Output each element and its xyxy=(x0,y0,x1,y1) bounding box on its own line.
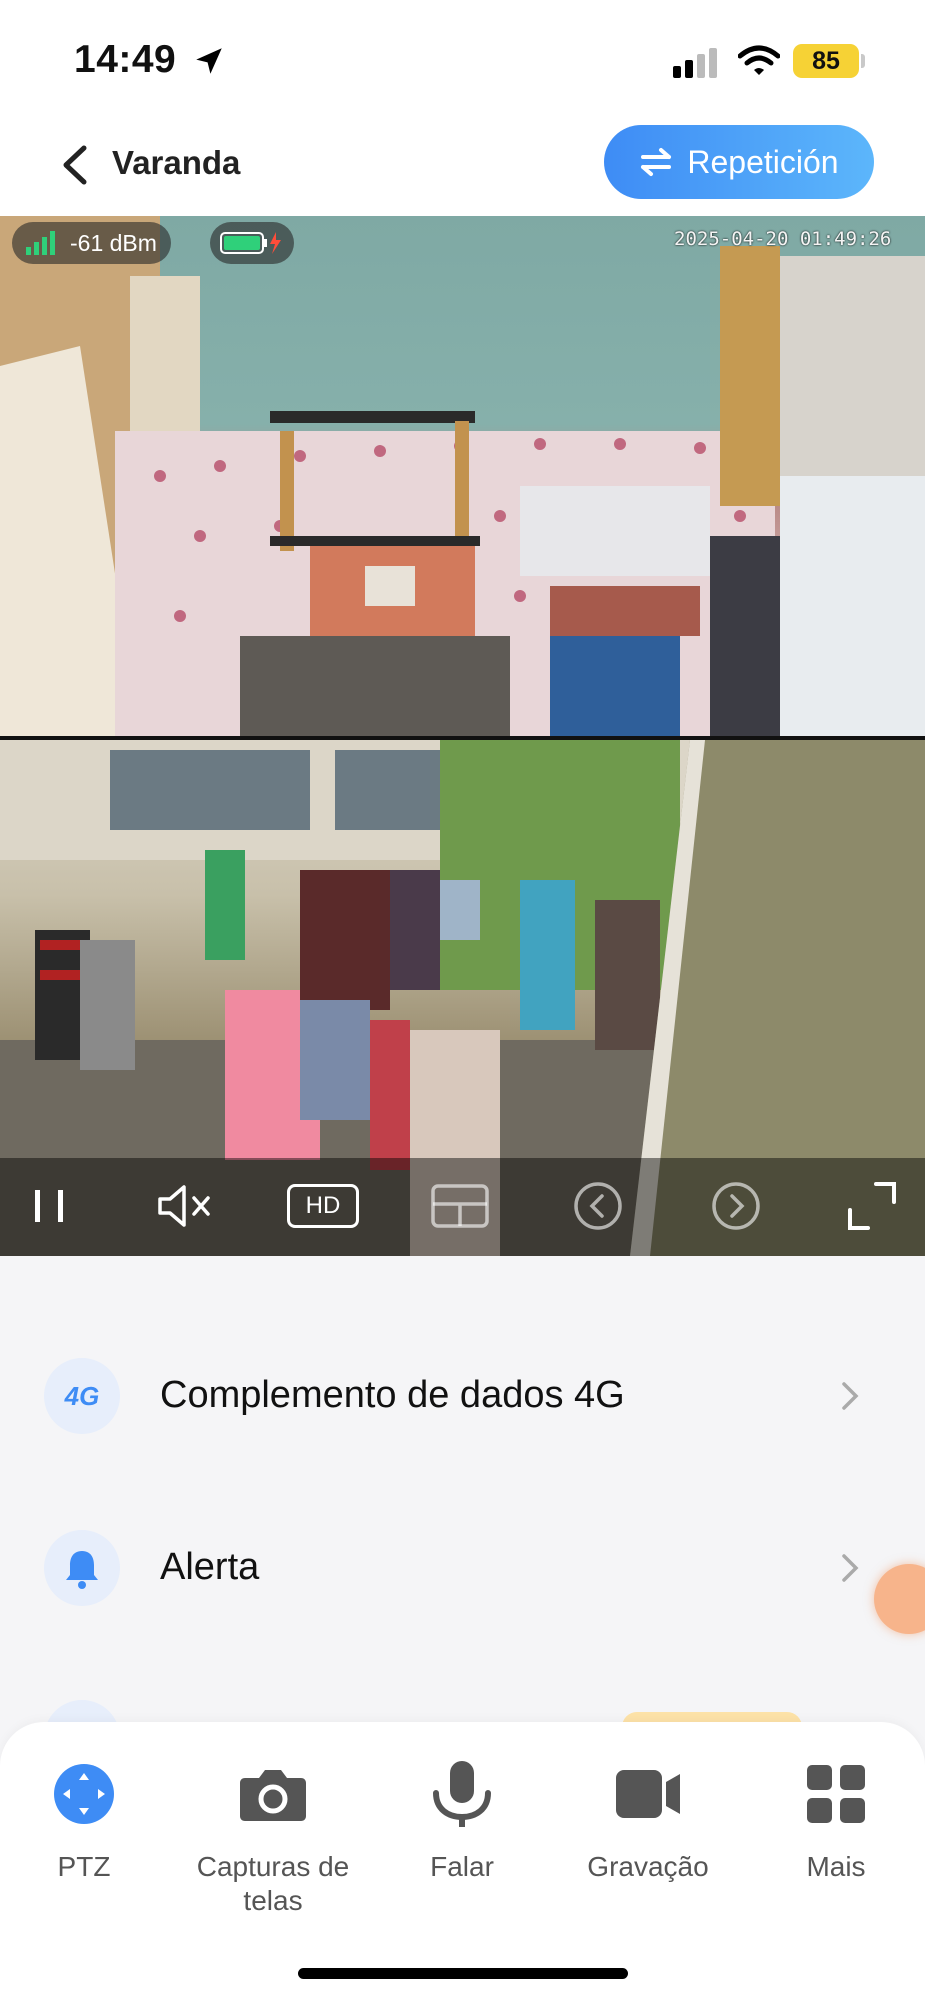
grid-icon xyxy=(807,1765,865,1823)
4g-icon-text: 4G xyxy=(64,1380,100,1411)
menu-item-label: Alerta xyxy=(160,1546,260,1588)
camera-feed-top: -61 dBm 2025-04-20 01:49:26 xyxy=(0,216,925,736)
status-bar: 14:49 85 xyxy=(0,0,925,120)
signal-strength-text: -61 dBm xyxy=(70,229,157,256)
chevron-left-icon xyxy=(63,145,87,185)
wifi-icon xyxy=(737,44,781,83)
muted-speaker-icon xyxy=(158,1185,210,1227)
live-video-view[interactable]: -61 dBm 2025-04-20 01:49:26 HD xyxy=(0,216,925,1256)
swap-arrows-icon xyxy=(641,148,672,176)
chevron-right-circle-icon xyxy=(712,1182,760,1230)
4g-icon: 4G xyxy=(44,1358,120,1434)
home-indicator xyxy=(298,1968,628,1979)
split-view-button[interactable] xyxy=(430,1178,490,1234)
bottom-toolbar: PTZ Capturas de telas Falar Gravação Mai… xyxy=(0,1722,925,2000)
bell-icon xyxy=(44,1530,120,1606)
ptz-button[interactable]: PTZ xyxy=(0,1756,174,1884)
menu-item-label: Complemento de dados 4G xyxy=(160,1374,625,1416)
tool-label: PTZ xyxy=(57,1851,111,1882)
tool-label: Falar xyxy=(430,1851,494,1882)
next-camera-button[interactable] xyxy=(706,1178,766,1234)
menu-item-4g-data[interactable]: 4G Complemento de dados 4G xyxy=(0,1336,925,1456)
signal-strength-badge: -61 dBm xyxy=(12,222,171,264)
fullscreen-button[interactable] xyxy=(842,1178,902,1234)
charging-battery-icon xyxy=(220,232,281,254)
replay-button[interactable]: Repetición xyxy=(604,125,874,199)
mute-button[interactable] xyxy=(156,1178,216,1234)
fullscreen-icon xyxy=(848,1182,896,1230)
hd-quality-button[interactable]: HD xyxy=(285,1178,361,1234)
nav-header: Varanda Repetición xyxy=(0,120,925,216)
page-title: Varanda xyxy=(112,144,241,181)
talk-button[interactable]: Falar xyxy=(372,1756,552,1884)
status-time: 14:49 xyxy=(74,38,177,81)
cellular-signal-icon xyxy=(673,48,721,83)
pause-icon xyxy=(35,1190,63,1222)
previous-camera-button[interactable] xyxy=(568,1178,628,1234)
microphone-icon xyxy=(433,1761,491,1827)
tool-label: Gravação xyxy=(587,1851,709,1882)
battery-tip xyxy=(861,54,865,68)
pause-button[interactable] xyxy=(20,1178,80,1234)
more-button[interactable]: Mais xyxy=(746,1756,925,1884)
chevron-left-circle-icon xyxy=(574,1182,622,1230)
video-timestamp: 2025-04-20 01:49:26 xyxy=(674,228,892,250)
camera-scene-image xyxy=(0,216,925,736)
chevron-right-icon xyxy=(842,1382,859,1410)
battery-indicator: 85 xyxy=(793,44,859,78)
signal-bars-icon xyxy=(26,231,55,255)
location-arrow-icon xyxy=(192,44,226,83)
split-layout-icon xyxy=(431,1184,489,1228)
screenshot-button[interactable]: Capturas de telas xyxy=(183,1756,363,1918)
video-record-icon xyxy=(616,1770,680,1818)
chevron-right-icon xyxy=(842,1554,859,1582)
camera-icon xyxy=(240,1770,306,1821)
record-button[interactable]: Gravação xyxy=(558,1756,738,1884)
ptz-icon xyxy=(54,1764,114,1824)
menu-item-alert[interactable]: Alerta xyxy=(0,1508,925,1628)
hd-label: HD xyxy=(287,1184,359,1228)
back-button[interactable] xyxy=(52,140,102,190)
tool-label: Capturas de telas xyxy=(196,1851,350,1916)
replay-label: Repetición xyxy=(687,143,839,180)
camera-battery-badge xyxy=(210,222,294,264)
tool-label: Mais xyxy=(806,1851,866,1882)
